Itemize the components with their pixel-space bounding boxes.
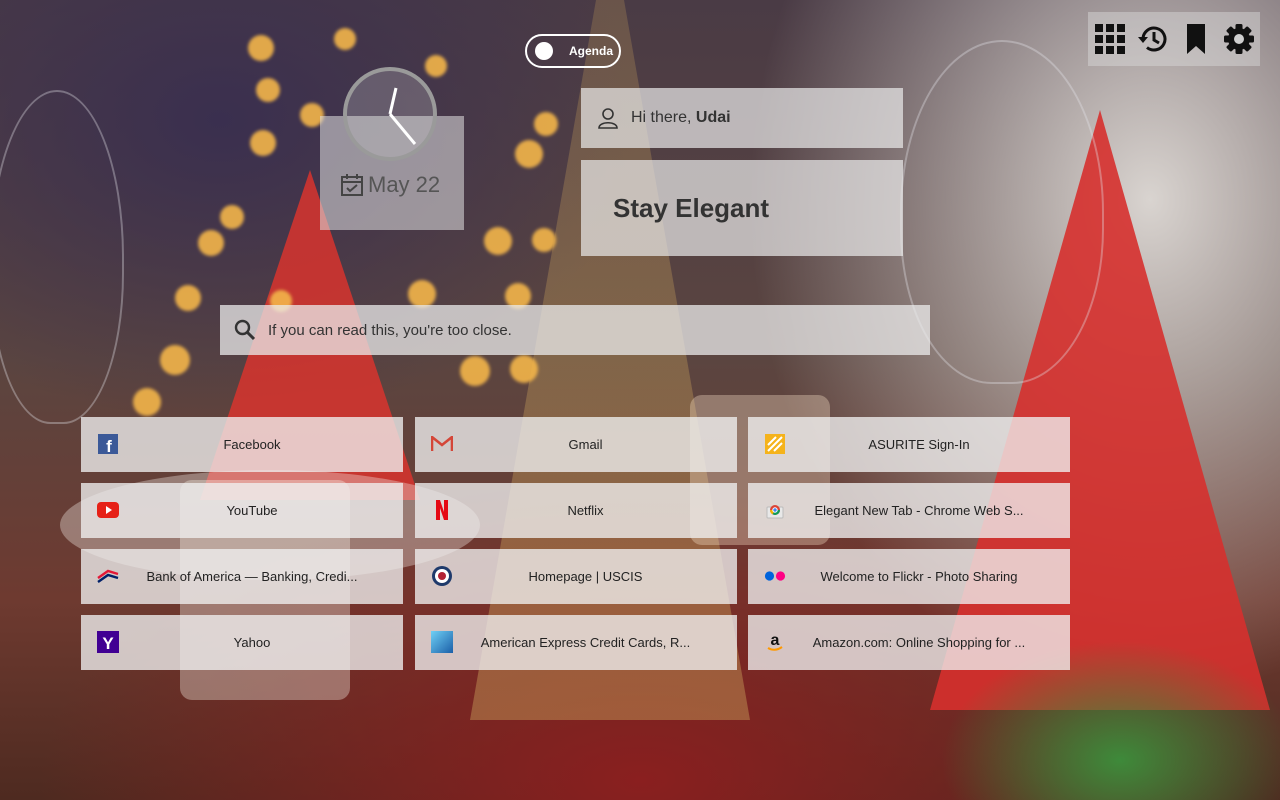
tile-label: Yahoo xyxy=(233,635,271,650)
svg-text:Y: Y xyxy=(102,634,114,653)
agenda-toggle[interactable]: Agenda xyxy=(525,34,621,68)
tile-label: Homepage | USCIS xyxy=(528,569,643,584)
history-icon[interactable] xyxy=(1136,22,1170,56)
toggle-knob xyxy=(535,42,553,60)
greeting-box: Hi there, Udai xyxy=(581,88,903,148)
search-bar xyxy=(220,305,930,355)
apps-grid-icon[interactable] xyxy=(1093,22,1127,56)
analog-clock xyxy=(343,67,437,161)
netflix-icon xyxy=(431,499,453,521)
agenda-label: Agenda xyxy=(569,44,614,58)
toolbar xyxy=(1088,12,1260,66)
tile-uscis[interactable]: Homepage | USCIS xyxy=(414,549,737,604)
tile-label: Welcome to Flickr - Photo Sharing xyxy=(820,569,1018,584)
tile-label: Amazon.com: Online Shopping for ... xyxy=(812,635,1026,650)
tile-label: Netflix xyxy=(567,503,604,518)
tile-gmail[interactable]: Gmail xyxy=(414,417,737,472)
chrome-web-store-icon xyxy=(764,499,786,521)
user-name: Udai xyxy=(695,109,731,126)
tile-yahoo[interactable]: Y Yahoo xyxy=(81,615,403,670)
motto-text: Stay Elegant xyxy=(613,192,770,223)
svg-text:f: f xyxy=(106,437,112,454)
search-icon xyxy=(234,319,256,341)
tile-bank-of-america[interactable]: Bank of America — Banking, Credi... xyxy=(81,549,403,604)
asurite-icon xyxy=(764,433,786,455)
shortcut-tiles: f Facebook Gmail ASURITE Sign-In YouTube… xyxy=(81,417,1070,670)
tile-label: Elegant New Tab - Chrome Web S... xyxy=(814,503,1024,518)
tile-label: ASURITE Sign-In xyxy=(868,437,970,452)
tile-label: Gmail xyxy=(568,437,603,452)
bank-of-america-icon xyxy=(97,565,119,587)
tile-flickr[interactable]: Welcome to Flickr - Photo Sharing xyxy=(748,549,1070,604)
user-icon xyxy=(598,108,618,129)
tile-facebook[interactable]: f Facebook xyxy=(81,417,403,472)
search-input[interactable] xyxy=(266,320,890,340)
svg-text:a: a xyxy=(771,632,780,649)
uscis-seal-icon xyxy=(431,565,453,587)
youtube-icon xyxy=(97,499,119,521)
tile-label: American Express Credit Cards, R... xyxy=(480,635,691,650)
bookmark-icon[interactable] xyxy=(1179,22,1213,56)
amazon-icon: a xyxy=(764,631,786,653)
gmail-icon xyxy=(430,433,453,455)
settings-gear-icon[interactable] xyxy=(1222,22,1256,56)
flickr-icon xyxy=(764,565,786,587)
motto-box: Stay Elegant xyxy=(581,160,903,256)
facebook-icon: f xyxy=(97,433,119,455)
american-express-icon xyxy=(430,631,453,653)
greeting-text: Hi there, Udai xyxy=(631,109,731,126)
tile-amazon[interactable]: a Amazon.com: Online Shopping for ... xyxy=(748,615,1070,670)
date-text: May 22 xyxy=(368,172,441,197)
tile-chrome-web-store[interactable]: Elegant New Tab - Chrome Web S... xyxy=(748,483,1070,538)
tile-youtube[interactable]: YouTube xyxy=(81,483,403,538)
tile-label: Bank of America — Banking, Credi... xyxy=(146,569,358,584)
yahoo-icon: Y xyxy=(97,631,119,653)
date-display: May 22 xyxy=(340,172,440,198)
tile-label: YouTube xyxy=(226,503,278,518)
tile-netflix[interactable]: Netflix xyxy=(414,483,737,538)
tile-label: Facebook xyxy=(223,437,281,452)
tile-american-express[interactable]: American Express Credit Cards, R... xyxy=(414,615,737,670)
calendar-check-icon xyxy=(341,174,363,196)
tile-asurite[interactable]: ASURITE Sign-In xyxy=(748,417,1070,472)
